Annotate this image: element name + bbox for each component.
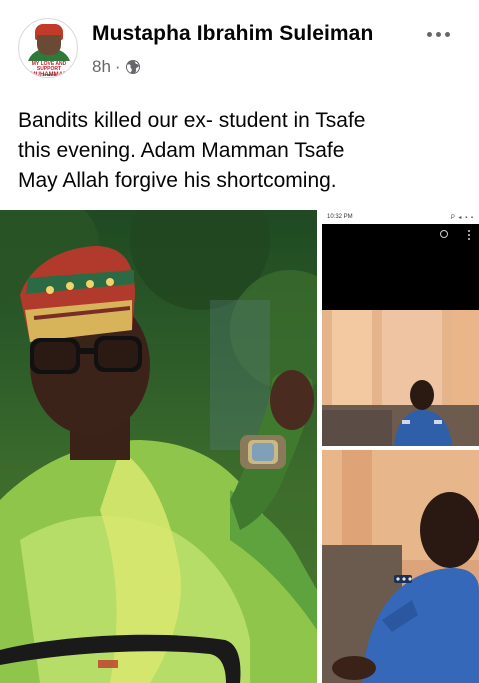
author-name[interactable]: Mustapha Ibrahim Suleiman (92, 22, 373, 46)
author-avatar[interactable]: MY LOVE AND SUPPORT MUHAMMAD Ibrahim (18, 18, 78, 78)
post-text: Bandits killed our ex- student in Tsafe … (18, 106, 463, 196)
kebab-menu-icon[interactable] (468, 230, 470, 240)
avatar-face (37, 35, 61, 55)
phone-status-time: 10:32 PM (327, 214, 353, 220)
avatar-banner-sub: Ibrahim (42, 72, 56, 77)
side-photo-bottom[interactable] (322, 450, 479, 683)
side-top-illustration (322, 310, 479, 446)
post-meta: 8h · (92, 57, 141, 77)
post-time[interactable]: 8h (92, 57, 111, 77)
globe-icon[interactable] (125, 59, 141, 75)
phone-status-bar: 10:32 PM P ◂ ▪ ▪ (322, 210, 479, 224)
side-bottom-illustration (322, 450, 479, 683)
more-dot (435, 31, 441, 37)
side-photo-top[interactable]: 10:32 PM P ◂ ▪ ▪ (322, 210, 479, 446)
more-dot (426, 31, 432, 37)
post-header: MY LOVE AND SUPPORT MUHAMMAD Ibrahim Mus… (0, 0, 479, 90)
main-photo[interactable] (0, 210, 317, 683)
post-text-line: May Allah forgive his shortcoming. (18, 169, 337, 192)
more-options-icon[interactable] (418, 22, 458, 46)
post-text-line: this evening. Adam Mamman Tsafe (18, 139, 345, 162)
rotate-icon[interactable] (440, 230, 448, 238)
phone-status-icons: P ◂ ▪ ▪ (450, 214, 474, 221)
more-dot (444, 31, 450, 37)
post-text-line: Bandits killed our ex- student in Tsafe (18, 109, 366, 132)
video-area (322, 224, 479, 310)
main-photo-illustration (0, 210, 317, 683)
photo-grid: 10:32 PM P ◂ ▪ ▪ (0, 210, 479, 683)
meta-separator: · (114, 57, 121, 76)
